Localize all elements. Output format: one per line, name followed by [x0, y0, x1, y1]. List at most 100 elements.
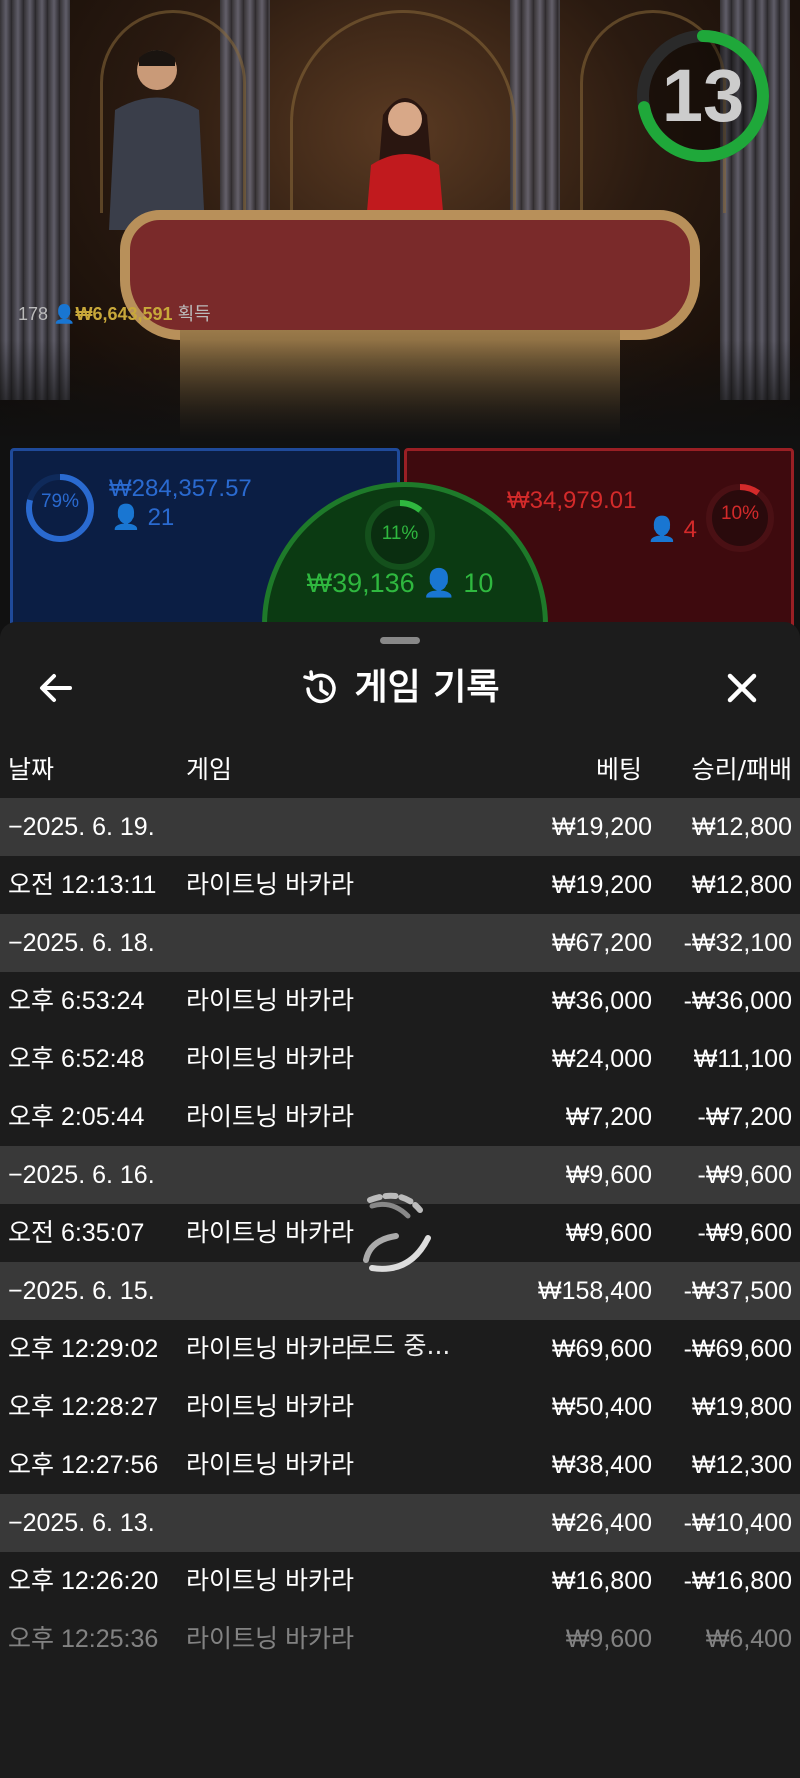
countdown-timer-value: 13 — [661, 54, 745, 137]
tie-count-value: 10 — [463, 568, 494, 598]
col-game: 게임 — [186, 755, 233, 784]
tie-percent: 11% — [381, 523, 419, 544]
row-bet: ₩7,200 — [565, 1103, 652, 1131]
row-bet: ₩24,000 — [551, 1045, 652, 1073]
row-time: 오후 12:27:56 — [8, 1451, 159, 1479]
row-result: ₩6,400 — [705, 1625, 792, 1653]
person-icon: 👤 — [422, 568, 456, 598]
row-bet: ₩50,400 — [551, 1393, 652, 1421]
group-date: −2025. 6. 18. — [8, 929, 155, 957]
winners-label: 획득 — [177, 304, 211, 324]
history-row[interactable]: 오후 6:53:24 라이트닝 바카라 ₩36,000 -₩36,000 — [0, 972, 800, 1030]
history-icon — [303, 670, 337, 704]
sheet-title-text: 게임 기록 — [354, 667, 500, 708]
row-bet: ₩9,600 — [565, 1625, 652, 1653]
row-result: ₩12,800 — [691, 871, 792, 899]
history-row[interactable]: 오후 2:05:44 라이트닝 바카라 ₩7,200 -₩7,200 — [0, 1088, 800, 1146]
player-count-value: 21 — [147, 504, 175, 531]
row-result: -₩9,600 — [697, 1219, 792, 1247]
row-bet: ₩36,000 — [551, 987, 652, 1015]
row-result: -₩69,600 — [683, 1335, 792, 1363]
banker-total-amount: ₩34,979.01 — [507, 487, 637, 514]
banker-count: 👤 4 — [647, 515, 697, 544]
banker-percent: 10% — [720, 503, 760, 524]
col-bet: 베팅 — [595, 755, 642, 784]
row-result: ₩11,100 — [693, 1045, 792, 1073]
row-time: 오후 2:05:44 — [8, 1103, 145, 1131]
col-result: 승리/패배 — [691, 755, 792, 784]
tie-total-amount: ₩39,136 — [306, 568, 415, 598]
row-result: -₩7,200 — [697, 1103, 792, 1131]
row-result: ₩19,800 — [691, 1393, 792, 1421]
row-result: -₩16,800 — [683, 1567, 792, 1595]
row-game: 라이트닝 바카라 — [186, 871, 354, 899]
player-total-amount: ₩284,357.57 — [109, 475, 252, 502]
row-time: 오후 6:53:24 — [8, 987, 145, 1015]
row-time: 오후 12:28:27 — [8, 1393, 159, 1421]
history-row[interactable]: 오후 12:25:36 라이트닝 바카라 ₩9,600 ₩6,400 — [0, 1610, 800, 1668]
group-date: −2025. 6. 15. — [8, 1277, 155, 1305]
row-result: -₩37,500 — [683, 1277, 792, 1305]
row-game: 라이트닝 바카라 — [186, 1219, 354, 1247]
row-time: 오후 12:26:20 — [8, 1567, 159, 1595]
row-result: -₩36,000 — [683, 987, 792, 1015]
sheet-title: 게임 기록 — [0, 658, 800, 718]
history-row[interactable]: 오후 6:52:48 라이트닝 바카라 ₩24,000 ₩11,100 — [0, 1030, 800, 1088]
history-table-header: 날짜 게임 베팅 승리/패배 — [0, 742, 800, 798]
sheet-drag-handle[interactable] — [380, 637, 420, 644]
row-game: 라이트닝 바카라 — [186, 1451, 354, 1479]
banker-count-value: 4 — [683, 516, 697, 543]
group-date: −2025. 6. 16. — [8, 1161, 155, 1189]
col-date: 날짜 — [8, 755, 55, 784]
group-date: −2025. 6. 19. — [8, 813, 155, 841]
player-count: 👤 21 — [111, 503, 174, 532]
row-bet: ₩19,200 — [551, 813, 652, 841]
person-icon: 👤 — [111, 504, 141, 531]
row-time: 오전 6:35:07 — [8, 1219, 145, 1247]
loading-spinner-icon — [363, 1192, 431, 1272]
person-icon: 👤 — [647, 516, 677, 543]
winners-count: 178 — [18, 304, 49, 324]
row-result: ₩12,800 — [691, 813, 792, 841]
history-date-group: −2025. 6. 18. ₩67,200 -₩32,100 — [0, 914, 800, 972]
row-bet: ₩38,400 — [551, 1451, 652, 1479]
row-time: 오후 12:25:36 — [8, 1625, 159, 1653]
row-result: -₩9,600 — [697, 1161, 792, 1189]
betting-area: 79% ₩284,357.57 👤 21 ₩34,979.01 👤 4 10% … — [0, 440, 800, 768]
history-date-group: −2025. 6. 19. ₩19,200 ₩12,800 — [0, 798, 800, 856]
history-row[interactable]: 오후 12:27:56 라이트닝 바카라 ₩38,400 ₩12,300 — [0, 1436, 800, 1494]
row-game: 라이트닝 바카라 — [186, 1045, 354, 1073]
row-bet: ₩19,200 — [551, 871, 652, 899]
row-bet: ₩69,600 — [551, 1335, 652, 1363]
row-bet: ₩26,400 — [551, 1509, 652, 1537]
player-percent: 79% — [40, 491, 80, 512]
history-row[interactable]: 오후 12:28:27 라이트닝 바카라 ₩50,400 ₩19,800 — [0, 1378, 800, 1436]
tie-total: ₩39,136 👤 10 — [267, 567, 533, 599]
dealer-male — [109, 50, 205, 230]
row-result: -₩10,400 — [683, 1509, 792, 1537]
history-row[interactable]: 오전 12:13:11 라이트닝 바카라 ₩19,200 ₩12,800 — [0, 856, 800, 914]
winners-banner: 178 👤₩6,643,591 획득 — [18, 300, 211, 326]
row-bet: ₩9,600 — [565, 1161, 652, 1189]
row-time: 오후 6:52:48 — [8, 1045, 145, 1073]
row-result: -₩32,100 — [683, 929, 792, 957]
person-icon: 👤 — [53, 304, 76, 324]
row-bet: ₩158,400 — [538, 1277, 652, 1305]
row-bet: ₩9,600 — [565, 1219, 652, 1247]
row-result: ₩12,300 — [691, 1451, 792, 1479]
row-bet: ₩16,800 — [551, 1567, 652, 1595]
row-time: 오후 12:29:02 — [8, 1335, 159, 1363]
row-time: 오전 12:13:11 — [8, 871, 157, 899]
row-game: 라이트닝 바카라 — [186, 987, 354, 1015]
row-game: 라이트닝 바카라 — [186, 1567, 354, 1595]
history-row[interactable]: 오후 12:26:20 라이트닝 바카라 ₩16,800 -₩16,800 — [0, 1552, 800, 1610]
row-game: 라이트닝 바카라 — [186, 1103, 354, 1131]
row-bet: ₩67,200 — [551, 929, 652, 957]
loading-text: 로드 중... — [349, 1331, 451, 1360]
row-game: 라이트닝 바카라 — [186, 1625, 354, 1653]
close-icon[interactable] — [716, 662, 768, 714]
row-game: 라이트닝 바카라 — [186, 1393, 354, 1421]
group-date: −2025. 6. 13. — [8, 1509, 155, 1537]
winners-amount: ₩6,643,591 — [75, 304, 173, 324]
history-date-group: −2025. 6. 13. ₩26,400 -₩10,400 — [0, 1494, 800, 1552]
